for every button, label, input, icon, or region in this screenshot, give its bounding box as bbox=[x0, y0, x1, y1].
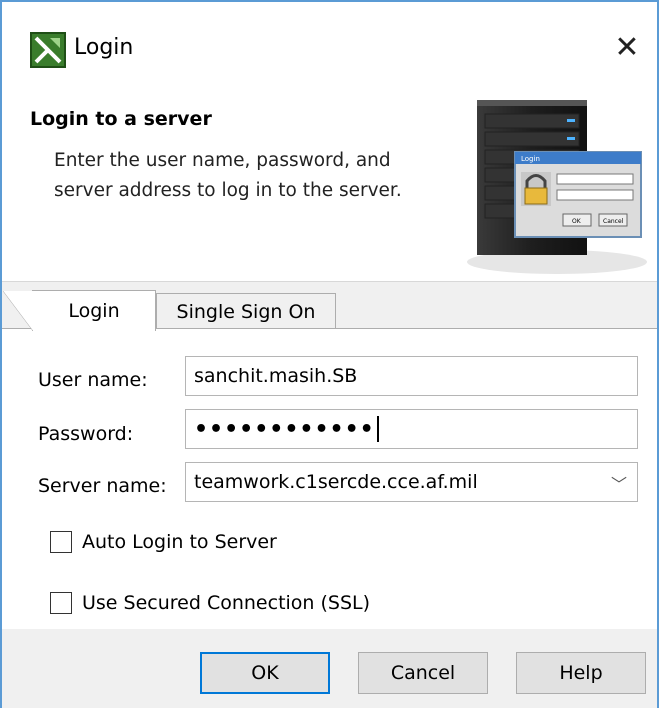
ssl-row: Use Secured Connection (SSL) bbox=[50, 592, 370, 614]
help-button[interactable]: Help bbox=[516, 652, 646, 694]
server-login-illustration: Login OK Cancel bbox=[467, 100, 647, 274]
tab-single-sign-on[interactable]: Single Sign On bbox=[156, 293, 336, 329]
username-label: User name: bbox=[38, 369, 148, 391]
server-name-value: teamwork.c1sercde.cce.af.mil bbox=[194, 471, 478, 493]
tab-login-label: Login bbox=[68, 300, 120, 322]
text-cursor bbox=[376, 416, 379, 442]
password-value: •••••••••••• bbox=[194, 416, 375, 442]
window-title: Login bbox=[74, 35, 134, 60]
auto-login-checkbox[interactable] bbox=[50, 531, 72, 553]
password-label: Password: bbox=[38, 423, 134, 445]
cancel-button[interactable]: Cancel bbox=[358, 652, 488, 694]
ssl-checkbox[interactable] bbox=[50, 592, 72, 614]
app-icon bbox=[30, 32, 66, 68]
close-icon: ✕ bbox=[614, 29, 640, 65]
tab-login[interactable]: Login bbox=[3, 290, 156, 331]
illustration-login-title: Login bbox=[521, 155, 540, 163]
illustration-cancel: Cancel bbox=[603, 218, 624, 225]
title-bar: Login ✕ bbox=[2, 2, 657, 82]
login-form-panel: User name: sanchit.masih.SB Password: ••… bbox=[2, 329, 657, 629]
tab-sso-label: Single Sign On bbox=[176, 300, 316, 323]
auto-login-row: Auto Login to Server bbox=[50, 531, 277, 553]
button-bar: OK Cancel Help bbox=[2, 629, 657, 708]
close-button[interactable]: ✕ bbox=[602, 24, 652, 70]
ssl-label[interactable]: Use Secured Connection (SSL) bbox=[82, 592, 370, 614]
username-value: sanchit.masih.SB bbox=[194, 365, 358, 387]
chevron-down-icon[interactable]: ﹀ bbox=[611, 471, 627, 495]
login-dialog: Login ✕ Login to a server Enter the user… bbox=[0, 0, 659, 708]
banner-title: Login to a server bbox=[30, 108, 212, 130]
password-input[interactable]: •••••••••••• bbox=[185, 409, 638, 449]
username-input[interactable]: sanchit.masih.SB bbox=[185, 356, 638, 396]
server-name-select[interactable]: teamwork.c1sercde.cce.af.mil ﹀ bbox=[185, 462, 638, 502]
auto-login-label[interactable]: Auto Login to Server bbox=[82, 531, 277, 553]
illustration-ok: OK bbox=[572, 218, 582, 225]
server-name-label: Server name: bbox=[38, 475, 167, 497]
tab-strip: Login Single Sign On bbox=[2, 284, 657, 331]
banner-description: Enter the user name, password, and serve… bbox=[54, 150, 402, 201]
header-banner: Login to a server Enter the user name, p… bbox=[2, 82, 657, 282]
ok-button[interactable]: OK bbox=[200, 652, 330, 694]
